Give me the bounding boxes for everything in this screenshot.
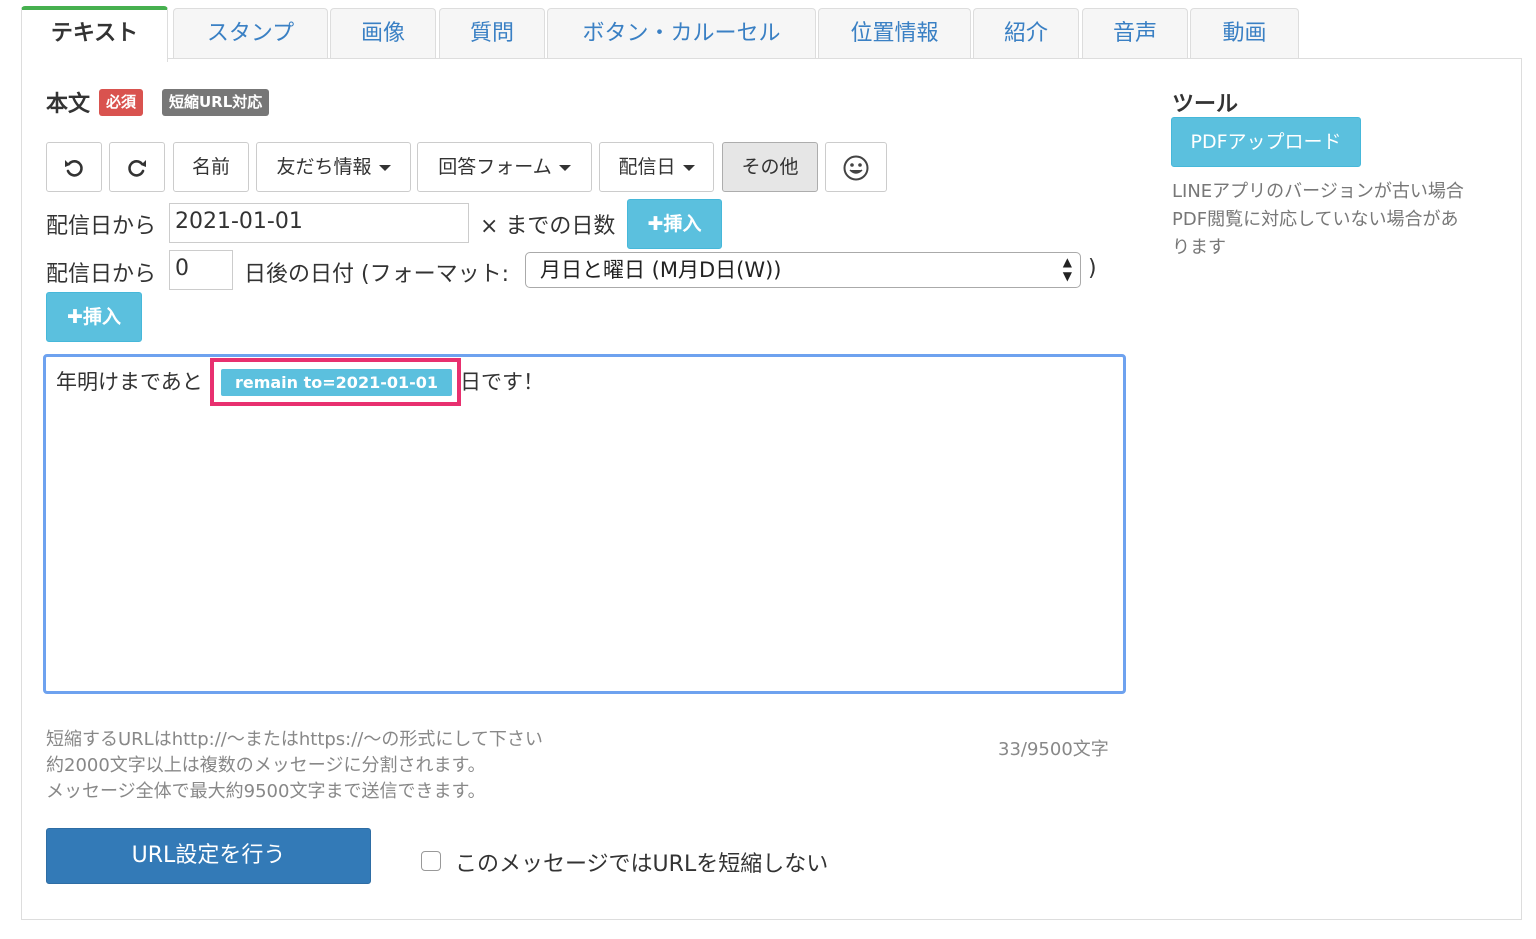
caret-down-icon bbox=[378, 164, 391, 171]
emoji-button[interactable] bbox=[825, 142, 887, 192]
tool-note-line-2: PDF閲覧に対応していない場合があ bbox=[1172, 209, 1459, 230]
date-row-close: ) bbox=[1088, 256, 1097, 281]
insert-days-button[interactable]: ✚挿入 bbox=[627, 199, 722, 249]
insert-date-button[interactable]: ✚挿入 bbox=[46, 292, 142, 342]
target-date-input[interactable]: 2021-01-01 bbox=[169, 203, 469, 243]
highlight-box bbox=[210, 358, 461, 406]
pdf-upload-button[interactable]: PDFアップロード bbox=[1171, 117, 1361, 167]
date-format-select[interactable]: 月日と曜日 (M月D日(W)) ▲ ▼ bbox=[525, 252, 1081, 288]
tab-text[interactable]: テキスト bbox=[21, 6, 168, 62]
delivery-date-label: 配信日 bbox=[618, 156, 676, 178]
editor-text-after: 日です！ bbox=[460, 370, 544, 394]
url-settings-button[interactable]: URL設定を行う bbox=[46, 828, 371, 884]
tool-note-line-3: ります bbox=[1172, 237, 1226, 258]
name-button[interactable]: 名前 bbox=[173, 142, 249, 192]
editor-text-before: 年明けまであと bbox=[56, 370, 203, 394]
caret-down-icon bbox=[558, 164, 571, 171]
tab-image[interactable]: 画像 bbox=[330, 8, 436, 60]
no-shorten-checkbox[interactable] bbox=[421, 851, 441, 871]
body-label: 本文 bbox=[46, 92, 91, 117]
tab-question[interactable]: 質問 bbox=[439, 8, 545, 60]
friend-info-label: 友だち情報 bbox=[276, 156, 372, 178]
tab-introduction[interactable]: 紹介 bbox=[973, 8, 1079, 60]
short-url-badge: 短縮URL対応 bbox=[162, 89, 270, 116]
tab-bar: テキスト スタンプ 画像 質問 ボタン・カルーセル 位置情報 紹介 音声 動画 bbox=[21, 6, 1521, 62]
tool-note-line-1: LINEアプリのバージョンが古い場合 bbox=[1172, 181, 1464, 202]
redo-button[interactable] bbox=[109, 142, 165, 192]
select-arrows-icon: ▲ ▼ bbox=[1062, 255, 1072, 283]
days-row-suffix: × までの日数 bbox=[480, 214, 616, 239]
tools-title: ツール bbox=[1172, 92, 1239, 117]
tab-video[interactable]: 動画 bbox=[1190, 8, 1299, 60]
delivery-date-dropdown[interactable]: 配信日 bbox=[599, 142, 714, 192]
tab-location[interactable]: 位置情報 bbox=[818, 8, 971, 60]
tab-audio[interactable]: 音声 bbox=[1082, 8, 1188, 60]
help-line-3: メッセージ全体で最大約9500文字まで送信できます。 bbox=[46, 781, 486, 802]
answer-form-label: 回答フォーム bbox=[438, 156, 552, 178]
help-line-1: 短縮するURLはhttp://〜またはhttps://〜の形式にして下さい bbox=[46, 729, 543, 750]
date-row-prefix: 配信日から bbox=[46, 262, 157, 287]
char-count: 33/9500文字 bbox=[998, 739, 1109, 760]
tab-button-carousel[interactable]: ボタン・カルーセル bbox=[547, 8, 816, 60]
caret-down-icon bbox=[682, 164, 695, 171]
redo-icon bbox=[128, 159, 146, 177]
other-button[interactable]: その他 bbox=[722, 142, 818, 192]
message-editor[interactable] bbox=[43, 354, 1126, 694]
required-badge: 必須 bbox=[99, 89, 144, 116]
undo-button[interactable] bbox=[46, 142, 102, 192]
no-shorten-label[interactable]: このメッセージではURLを短縮しない bbox=[455, 846, 828, 878]
help-line-2: 約2000文字以上は複数のメッセージに分割されます。 bbox=[46, 755, 486, 776]
smiley-icon bbox=[843, 155, 869, 180]
date-row-middle: 日後の日付 (フォーマット: bbox=[244, 262, 509, 287]
days-row-prefix: 配信日から bbox=[46, 214, 157, 239]
offset-days-input[interactable]: 0 bbox=[169, 250, 233, 290]
undo-icon bbox=[65, 159, 83, 177]
tab-stamp[interactable]: スタンプ bbox=[173, 8, 328, 60]
answer-form-dropdown[interactable]: 回答フォーム bbox=[417, 142, 592, 192]
date-format-value: 月日と曜日 (M月D日(W)) bbox=[540, 258, 782, 282]
friend-info-dropdown[interactable]: 友だち情報 bbox=[256, 142, 411, 192]
